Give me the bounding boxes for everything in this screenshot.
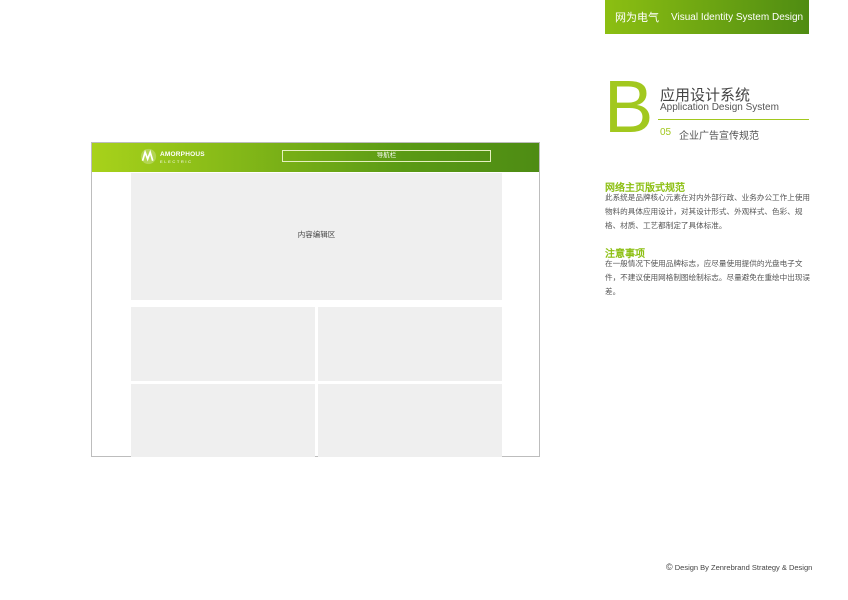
section-number: 05: [660, 127, 672, 138]
banner-title-en: Visual Identity System Design: [671, 11, 804, 23]
brand-logo-icon: [140, 148, 157, 165]
content-block-3: [131, 384, 315, 457]
spec-paragraph-notes: 在一般情况下使用品牌标志，应尽量使用提供的光盘电子文件，不建议使用网格制图绘制标…: [605, 259, 811, 296]
top-banner: 网为电气 Visual Identity System Design: [605, 0, 809, 34]
content-block-2: [318, 307, 502, 381]
brand-logo-text: AMORPHOUS: [160, 151, 205, 158]
section-title-en: Application Design System: [660, 102, 779, 113]
homepage-layout-mockup: AMORPHOUS ELECTRIC 导航栏 内容编辑区: [91, 142, 540, 457]
mockup-header: AMORPHOUS ELECTRIC 导航栏: [92, 143, 539, 172]
spec-paragraph-layout: 此系统是品牌核心元素在对内外部行政、业务办公工作上使用物料的具体应用设计，对其设…: [605, 193, 811, 230]
section-page-title: 企业广告宣传规范: [679, 131, 759, 142]
banner-brand-cn: 网为电气: [615, 12, 659, 24]
section-letter: B: [604, 65, 654, 148]
content-block-1: [131, 307, 315, 381]
content-block-4: [318, 384, 502, 457]
copyright-icon: ©: [666, 562, 673, 572]
section-divider: [658, 119, 809, 120]
footer-credit: © Design By Zenrebrand Strategy & Design: [666, 562, 812, 572]
content-edit-label: 内容编辑区: [297, 230, 336, 239]
content-edit-area: 内容编辑区: [131, 173, 502, 300]
footer-text: Design By Zenrebrand Strategy & Design: [674, 563, 813, 572]
brand-logo-subtext: ELECTRIC: [160, 159, 193, 164]
nav-bar-placeholder: 导航栏: [282, 150, 491, 162]
